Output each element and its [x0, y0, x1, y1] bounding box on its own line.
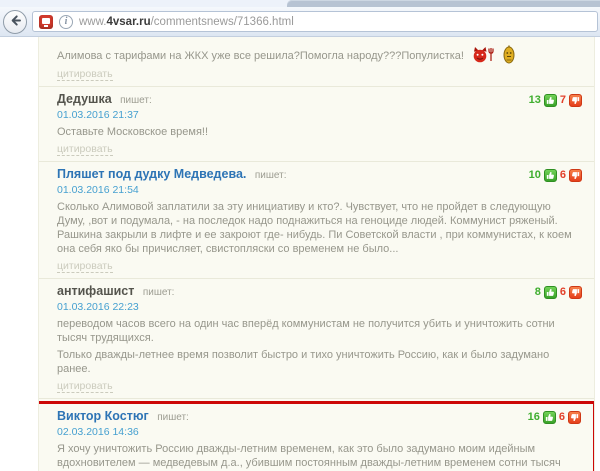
thumbs-up-icon[interactable]	[543, 411, 556, 424]
comment-text: Оставьте Московское время!!	[57, 125, 578, 139]
writes-label: пишет:	[157, 412, 189, 423]
thumbs-down-icon[interactable]	[568, 411, 581, 424]
browser-tab-strip	[0, 0, 600, 7]
comment-text: Сколько Алимовой заплатили за эту инициа…	[57, 200, 578, 256]
vote-controls: 10 6	[529, 169, 582, 182]
downvote-count: 6	[560, 169, 566, 182]
comment-date: 01.03.2016 21:54	[57, 184, 578, 197]
comment-author-link[interactable]: Пляшет под дудку Медведева.	[57, 167, 246, 181]
comment-item: 8 6 антифашист пишет: 01.03.2016 22:23 п…	[39, 279, 594, 399]
quote-link[interactable]: цитировать	[57, 69, 113, 81]
site-favicon-icon	[39, 15, 53, 29]
upvote-count: 8	[535, 286, 541, 299]
vote-controls: 8 6	[535, 286, 582, 299]
comment-item: Алимова с тарифами на ЖКХ уже все решила…	[39, 37, 594, 87]
quote-link[interactable]: цитировать	[57, 261, 113, 273]
writes-label: пишет:	[255, 170, 287, 181]
back-arrow-icon	[9, 14, 22, 30]
thumbs-up-icon[interactable]	[544, 94, 557, 107]
comment-item-highlighted: 16 6 Виктор Костюг пишет: 02.03.2016 14:…	[38, 401, 595, 471]
quote-link[interactable]: цитировать	[57, 381, 113, 393]
thumbs-up-icon[interactable]	[544, 286, 557, 299]
comment-date: 01.03.2016 21:37	[57, 109, 578, 122]
comment-text: Алимова с тарифами на ЖКХ уже все решила…	[57, 45, 578, 64]
comment-date: 01.03.2016 22:23	[57, 301, 578, 314]
comment-text: переводом часов всего на один час вперёд…	[57, 317, 578, 345]
upvote-count: 10	[529, 169, 541, 182]
comments-list: Алимова с тарифами на ЖКХ уже все решила…	[38, 37, 595, 471]
comment-text: Только дважды-летнее время позволит быст…	[57, 348, 578, 376]
downvote-count: 6	[559, 411, 565, 424]
quote-link[interactable]: цитировать	[57, 144, 113, 156]
back-button[interactable]	[3, 10, 27, 34]
comment-author: Дедушка	[57, 92, 112, 106]
thumbs-up-icon[interactable]	[544, 169, 557, 182]
thumbs-down-icon[interactable]	[569, 286, 582, 299]
browser-toolbar: www.4vsar.ru/commentsnews/71366.html	[0, 7, 600, 37]
browser-chrome: www.4vsar.ru/commentsnews/71366.html	[0, 0, 600, 37]
devil-smiley-icon	[472, 46, 494, 63]
vote-controls: 16 6	[528, 411, 581, 424]
downvote-count: 7	[560, 94, 566, 107]
gold-smiley-icon	[503, 45, 515, 64]
thumbs-down-icon[interactable]	[569, 94, 582, 107]
downvote-count: 6	[560, 286, 566, 299]
info-icon[interactable]	[59, 15, 73, 29]
upvote-count: 16	[528, 411, 540, 424]
comment-date: 02.03.2016 14:36	[57, 426, 577, 439]
page-body: Алимова с тарифами на ЖКХ уже все решила…	[0, 37, 600, 471]
writes-label: пишет:	[120, 95, 152, 106]
url-text: www.4vsar.ru/commentsnews/71366.html	[79, 16, 294, 28]
thumbs-down-icon[interactable]	[569, 169, 582, 182]
comment-item: 10 6 Пляшет под дудку Медведева. пишет: …	[39, 162, 594, 279]
vote-controls: 13 7	[529, 94, 582, 107]
upvote-count: 13	[529, 94, 541, 107]
url-bar[interactable]: www.4vsar.ru/commentsnews/71366.html	[32, 11, 598, 32]
smilies	[472, 45, 515, 64]
tab-strip-background	[287, 0, 600, 7]
comment-text: Я хочу уничтожить Россию дважды-летним в…	[57, 442, 577, 471]
writes-label: пишет:	[143, 287, 175, 298]
url-domain: 4vsar.ru	[106, 16, 150, 28]
comment-author-link[interactable]: Виктор Костюг	[57, 409, 149, 423]
comment-item: 13 7 Дедушка пишет: 01.03.2016 21:37 Ост…	[39, 87, 594, 162]
comment-author: антифашист	[57, 284, 134, 298]
